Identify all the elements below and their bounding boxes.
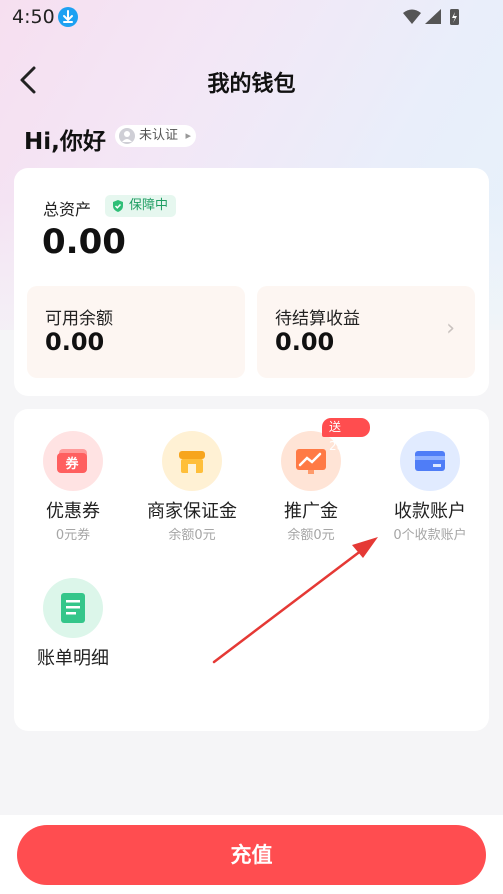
avatar-icon — [119, 128, 135, 144]
card-icon — [400, 431, 460, 491]
services-card: 券 优惠券 0元券 商家保证金 余额0元 送288 推广金 余额0元 收款账户 … — [14, 409, 489, 731]
service-title: 商家保证金 — [147, 501, 237, 522]
shop-icon — [162, 431, 222, 491]
coupon-icon: 券 — [43, 431, 103, 491]
service-tile-promotion-fund[interactable]: 送288 推广金 余额0元 — [252, 409, 370, 543]
caret-right-icon: ▸ — [185, 129, 192, 142]
protection-badge: 保障中 — [105, 195, 177, 217]
greeting-text: Hi,你好 — [24, 129, 106, 155]
status-bar: 4:50 — [0, 0, 503, 34]
top-nav: 我的钱包 — [0, 52, 503, 108]
service-title: 账单明细 — [37, 648, 109, 669]
verification-status-button[interactable]: 未认证 ▸ — [115, 125, 197, 147]
pending-earnings-value: 0.00 — [275, 328, 335, 356]
shield-check-icon — [111, 199, 125, 213]
protection-badge-label: 保障中 — [129, 198, 169, 213]
bill-list-icon — [43, 578, 103, 638]
download-icon — [58, 7, 78, 27]
service-tile-merchant-deposit[interactable]: 商家保证金 余额0元 — [133, 409, 251, 543]
total-assets-value: 0.00 — [42, 222, 126, 262]
pending-earnings-box[interactable]: 待结算收益 0.00 › — [257, 286, 475, 378]
chevron-right-icon: › — [446, 316, 455, 341]
page-title: 我的钱包 — [207, 72, 296, 97]
service-title: 优惠券 — [46, 501, 100, 522]
available-balance-box: 可用余额 0.00 — [27, 286, 245, 378]
asset-card: 总资产 保障中 0.00 可用余额 0.00 待结算收益 0.00 › — [14, 168, 489, 396]
service-title: 收款账户 — [394, 501, 466, 522]
pending-earnings-label: 待结算收益 — [275, 309, 360, 329]
service-title: 推广金 — [284, 501, 338, 522]
status-icons — [401, 7, 461, 27]
total-assets-label: 总资产 — [43, 200, 92, 219]
bottom-bar: 充值 — [0, 815, 503, 894]
status-time: 4:50 — [12, 6, 55, 28]
service-tile-payment-account[interactable]: 收款账户 0个收款账户 — [371, 409, 489, 543]
promo-tag: 送288 — [322, 418, 370, 453]
available-balance-label: 可用余额 — [45, 309, 113, 329]
recharge-button[interactable]: 充值 — [17, 825, 486, 885]
service-tile-bill-details[interactable]: 账单明细 — [14, 556, 132, 686]
signal-icon — [425, 9, 441, 24]
service-tile-coupon[interactable]: 券 优惠券 0元券 — [14, 409, 132, 543]
wifi-icon — [403, 9, 421, 24]
svg-text:券: 券 — [64, 456, 79, 472]
service-subtitle: 0个收款账户 — [393, 528, 467, 543]
available-balance-value: 0.00 — [45, 328, 105, 356]
verification-status-label: 未认证 — [139, 128, 179, 143]
